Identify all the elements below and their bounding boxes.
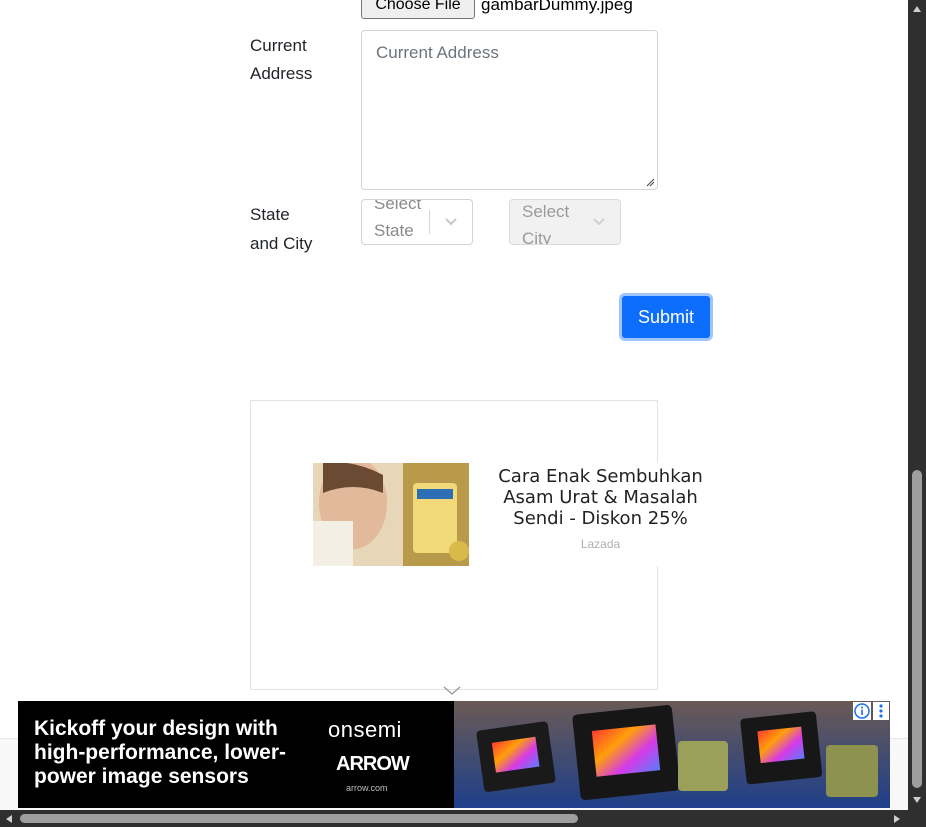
city-select[interactable]: Select City (509, 199, 621, 245)
ad-info-icon[interactable] (853, 702, 871, 720)
state-city-label: State and City (250, 200, 350, 258)
brand-url: arrow.com (346, 783, 388, 793)
onsemi-logo: onsemi (328, 717, 402, 742)
current-address-label: Current Address (250, 36, 313, 83)
current-address-placeholder: Current Address (376, 43, 499, 62)
current-address-textarea[interactable]: Current Address (361, 30, 658, 190)
ad-title[interactable]: Cara Enak Sembuhkan Asam Urat & Masalah … (483, 466, 718, 529)
submit-button[interactable]: Submit (619, 293, 713, 341)
scroll-left-arrow-icon[interactable] (5, 814, 13, 824)
horizontal-scrollbar-thumb[interactable] (20, 814, 578, 823)
scroll-up-arrow-icon[interactable] (912, 5, 922, 13)
scroll-right-arrow-icon[interactable] (893, 814, 901, 824)
choose-file-button[interactable]: Choose File (361, 0, 475, 19)
state-city-label-line1: State (250, 205, 290, 224)
state-city-label-line2: and City (250, 234, 313, 253)
ad-source: Lazada (580, 537, 621, 551)
state-select-value: Select State (374, 199, 422, 240)
image-sensor-chips-image (454, 701, 890, 808)
scroll-down-arrow-icon[interactable] (912, 796, 922, 804)
chevron-down-icon[interactable] (430, 200, 472, 244)
state-select[interactable]: Select State (361, 199, 473, 245)
selected-file-name: gambarDummy.jpeg (481, 0, 633, 14)
ad-product-image[interactable] (313, 463, 469, 566)
chevron-down-icon[interactable] (443, 686, 461, 696)
chevron-down-icon[interactable] (578, 200, 620, 244)
banner-headline: Kickoff your design with high-performanc… (34, 717, 287, 788)
ad-options-icon[interactable] (873, 702, 889, 720)
city-select-value: Select City (522, 202, 570, 245)
resize-grip-icon[interactable] (646, 178, 655, 187)
vertical-scrollbar-thumb[interactable] (912, 470, 922, 788)
banner-ad[interactable]: Kickoff your design with high-performanc… (18, 701, 890, 808)
arrow-logo: ARROW (336, 753, 410, 775)
